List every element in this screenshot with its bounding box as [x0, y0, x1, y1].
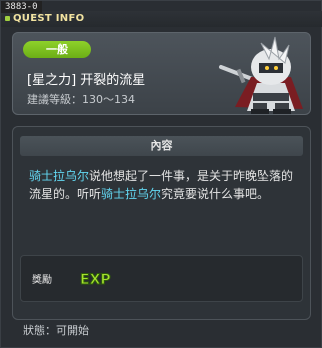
npc-name-link[interactable]: 骑士拉乌尔 — [101, 187, 161, 201]
quest-description: 骑士拉乌尔说他想起了一件事，是关于昨晚坠落的流星的。听听骑士拉乌尔究竟要说什么事… — [29, 167, 299, 203]
quest-id-label: 3883-0 — [1, 1, 42, 13]
exp-reward-icon[interactable]: EXP — [79, 267, 112, 289]
reward-label: 獎勵 — [32, 275, 52, 286]
quest-name: [星之力] 开裂的流星 — [27, 73, 146, 88]
title-bar[interactable]: QUEST INFO — [1, 11, 322, 27]
npc-name-link[interactable]: 骑士拉乌尔 — [29, 169, 89, 183]
title-marker-icon — [5, 16, 10, 21]
quest-level: 建議等級：130～134 — [27, 93, 135, 106]
quest-category-badge: 一般 — [23, 41, 91, 58]
window-title: QUEST INFO — [13, 13, 85, 24]
knight-npc-icon — [219, 36, 303, 114]
quest-content-panel: 內容 骑士拉乌尔说他想起了一件事，是关于昨晚坠落的流星的。听听骑士拉乌尔究竟要说… — [12, 126, 311, 320]
description-text: 究竟要说什么事吧。 — [161, 187, 270, 201]
quest-status: 狀態：可開始 — [23, 324, 89, 337]
quest-info-window: QUEST INFO 3883-0 一般 [星之力] 开裂的流星 建議等級：13… — [0, 0, 322, 348]
reward-box: 獎勵 EXP — [20, 255, 303, 302]
content-header: 內容 — [20, 136, 303, 156]
quest-summary-panel: 一般 [星之力] 开裂的流星 建議等級：130～134 — [12, 32, 311, 115]
exp-text: EXP — [80, 272, 111, 288]
